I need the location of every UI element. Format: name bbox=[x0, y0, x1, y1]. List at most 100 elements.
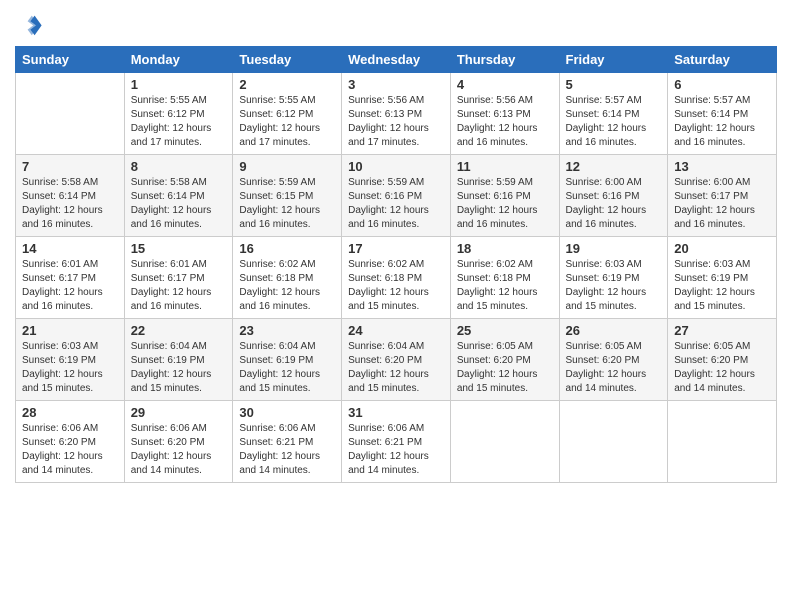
cell-info: Sunrise: 6:04 AMSunset: 6:19 PMDaylight:… bbox=[131, 340, 227, 396]
day-number: 29 bbox=[131, 405, 227, 420]
day-number: 25 bbox=[457, 323, 553, 338]
day-number: 11 bbox=[457, 159, 553, 174]
calendar-cell: 21 Sunrise: 6:03 AMSunset: 6:19 PMDayligh… bbox=[16, 319, 125, 401]
day-number: 22 bbox=[131, 323, 227, 338]
calendar-row: 28 Sunrise: 6:06 AMSunset: 6:20 PMDayligh… bbox=[16, 401, 777, 483]
calendar-cell: 3Sunrise: 5:56 AMSunset: 6:13 PMDaylight… bbox=[342, 73, 451, 155]
day-number: 7 bbox=[22, 159, 118, 174]
calendar-cell: 23Sunrise: 6:04 AMSunset: 6:19 PMDayligh… bbox=[233, 319, 342, 401]
header-saturday: Saturday bbox=[668, 47, 777, 73]
day-number: 13 bbox=[674, 159, 770, 174]
cell-info: Sunrise: 6:02 AMSunset: 6:18 PMDaylight:… bbox=[348, 258, 444, 314]
cell-info: Sunrise: 6:05 AMSunset: 6:20 PMDaylight:… bbox=[457, 340, 553, 396]
calendar-row: 14 Sunrise: 6:01 AMSunset: 6:17 PMDayligh… bbox=[16, 237, 777, 319]
day-number: 9 bbox=[239, 159, 335, 174]
cell-info: Sunrise: 5:57 AMSunset: 6:14 PMDaylight:… bbox=[674, 94, 770, 150]
calendar-cell: 25 Sunrise: 6:05 AMSunset: 6:20 PMDayligh… bbox=[450, 319, 559, 401]
calendar-cell bbox=[559, 401, 668, 483]
header-friday: Friday bbox=[559, 47, 668, 73]
calendar-cell: 1Sunrise: 5:55 AMSunset: 6:12 PMDaylight… bbox=[124, 73, 233, 155]
cell-info: Sunrise: 6:05 AMSunset: 6:20 PMDaylight:… bbox=[566, 340, 662, 396]
calendar-cell: 27 Sunrise: 6:05 AMSunset: 6:20 PMDayligh… bbox=[668, 319, 777, 401]
calendar-cell: 20 Sunrise: 6:03 AMSunset: 6:19 PMDayligh… bbox=[668, 237, 777, 319]
calendar-cell: 17 Sunrise: 6:02 AMSunset: 6:18 PMDayligh… bbox=[342, 237, 451, 319]
calendar-cell: 28 Sunrise: 6:06 AMSunset: 6:20 PMDayligh… bbox=[16, 401, 125, 483]
day-number: 20 bbox=[674, 241, 770, 256]
calendar-cell bbox=[16, 73, 125, 155]
day-number: 8 bbox=[131, 159, 227, 174]
cell-info: Sunrise: 6:01 AMSunset: 6:17 PMDaylight:… bbox=[131, 258, 227, 314]
calendar-cell bbox=[668, 401, 777, 483]
calendar-cell: 22 Sunrise: 6:04 AMSunset: 6:19 PMDayligh… bbox=[124, 319, 233, 401]
cell-info: Sunrise: 6:04 AMSunset: 6:20 PMDaylight:… bbox=[348, 340, 444, 396]
calendar-cell: 2 Sunrise: 5:55 AMSunset: 6:12 PMDaylight… bbox=[233, 73, 342, 155]
day-number: 10 bbox=[348, 159, 444, 174]
cell-info: Sunrise: 5:55 AMSunset: 6:12 PMDaylight:… bbox=[239, 94, 335, 150]
page: Sunday Monday Tuesday Wednesday Thursday… bbox=[0, 0, 792, 612]
day-number: 14 bbox=[22, 241, 118, 256]
header-monday: Monday bbox=[124, 47, 233, 73]
header-thursday: Thursday bbox=[450, 47, 559, 73]
cell-info: Sunrise: 6:03 AMSunset: 6:19 PMDaylight:… bbox=[566, 258, 662, 314]
calendar-cell: 19Sunrise: 6:03 AMSunset: 6:19 PMDayligh… bbox=[559, 237, 668, 319]
day-number: 27 bbox=[674, 323, 770, 338]
day-number: 26 bbox=[566, 323, 662, 338]
cell-info: Sunrise: 6:02 AMSunset: 6:18 PMDaylight:… bbox=[239, 258, 335, 314]
day-number: 21 bbox=[22, 323, 118, 338]
calendar-cell: 7 Sunrise: 5:58 AMSunset: 6:14 PMDaylight… bbox=[16, 155, 125, 237]
calendar-table: Sunday Monday Tuesday Wednesday Thursday… bbox=[15, 46, 777, 483]
weekday-header-row: Sunday Monday Tuesday Wednesday Thursday… bbox=[16, 47, 777, 73]
cell-info: Sunrise: 6:06 AMSunset: 6:21 PMDaylight:… bbox=[348, 422, 444, 478]
day-number: 1 bbox=[131, 77, 227, 92]
day-number: 5 bbox=[566, 77, 662, 92]
day-number: 2 bbox=[239, 77, 335, 92]
calendar-cell: 5Sunrise: 5:57 AMSunset: 6:14 PMDaylight… bbox=[559, 73, 668, 155]
day-number: 28 bbox=[22, 405, 118, 420]
header bbox=[15, 10, 777, 38]
cell-info: Sunrise: 5:56 AMSunset: 6:13 PMDaylight:… bbox=[457, 94, 553, 150]
cell-info: Sunrise: 6:05 AMSunset: 6:20 PMDaylight:… bbox=[674, 340, 770, 396]
calendar-cell: 18 Sunrise: 6:02 AMSunset: 6:18 PMDayligh… bbox=[450, 237, 559, 319]
cell-info: Sunrise: 5:58 AMSunset: 6:14 PMDaylight:… bbox=[22, 176, 118, 232]
calendar-cell: 16 Sunrise: 6:02 AMSunset: 6:18 PMDayligh… bbox=[233, 237, 342, 319]
calendar-cell: 14 Sunrise: 6:01 AMSunset: 6:17 PMDayligh… bbox=[16, 237, 125, 319]
cell-info: Sunrise: 5:59 AMSunset: 6:15 PMDaylight:… bbox=[239, 176, 335, 232]
cell-info: Sunrise: 6:03 AMSunset: 6:19 PMDaylight:… bbox=[22, 340, 118, 396]
calendar-cell: 6Sunrise: 5:57 AMSunset: 6:14 PMDaylight… bbox=[668, 73, 777, 155]
header-sunday: Sunday bbox=[16, 47, 125, 73]
day-number: 17 bbox=[348, 241, 444, 256]
day-number: 18 bbox=[457, 241, 553, 256]
calendar-row: 21 Sunrise: 6:03 AMSunset: 6:19 PMDayligh… bbox=[16, 319, 777, 401]
calendar-cell: 26 Sunrise: 6:05 AMSunset: 6:20 PMDayligh… bbox=[559, 319, 668, 401]
day-number: 3 bbox=[348, 77, 444, 92]
cell-info: Sunrise: 6:03 AMSunset: 6:19 PMDaylight:… bbox=[674, 258, 770, 314]
day-number: 16 bbox=[239, 241, 335, 256]
cell-info: Sunrise: 6:06 AMSunset: 6:20 PMDaylight:… bbox=[131, 422, 227, 478]
cell-info: Sunrise: 6:04 AMSunset: 6:19 PMDaylight:… bbox=[239, 340, 335, 396]
calendar-cell: 15 Sunrise: 6:01 AMSunset: 6:17 PMDayligh… bbox=[124, 237, 233, 319]
cell-info: Sunrise: 6:00 AMSunset: 6:17 PMDaylight:… bbox=[674, 176, 770, 232]
cell-info: Sunrise: 5:59 AMSunset: 6:16 PMDaylight:… bbox=[348, 176, 444, 232]
day-number: 15 bbox=[131, 241, 227, 256]
header-wednesday: Wednesday bbox=[342, 47, 451, 73]
calendar-cell: 31Sunrise: 6:06 AMSunset: 6:21 PMDayligh… bbox=[342, 401, 451, 483]
logo bbox=[15, 10, 47, 38]
day-number: 12 bbox=[566, 159, 662, 174]
day-number: 30 bbox=[239, 405, 335, 420]
cell-info: Sunrise: 6:01 AMSunset: 6:17 PMDaylight:… bbox=[22, 258, 118, 314]
calendar-row: 1 Sunrise: 5:55 AMSunset: 6:12 PMDaylight… bbox=[16, 73, 777, 155]
cell-info: Sunrise: 6:00 AMSunset: 6:16 PMDaylight:… bbox=[566, 176, 662, 232]
calendar-cell: 4Sunrise: 5:56 AMSunset: 6:13 PMDaylight… bbox=[450, 73, 559, 155]
calendar-cell: 9 Sunrise: 5:59 AMSunset: 6:15 PMDaylight… bbox=[233, 155, 342, 237]
calendar-cell: 24Sunrise: 6:04 AMSunset: 6:20 PMDayligh… bbox=[342, 319, 451, 401]
calendar-cell: 30 Sunrise: 6:06 AMSunset: 6:21 PMDayligh… bbox=[233, 401, 342, 483]
calendar-cell: 10 Sunrise: 5:59 AMSunset: 6:16 PMDayligh… bbox=[342, 155, 451, 237]
cell-info: Sunrise: 5:59 AMSunset: 6:16 PMDaylight:… bbox=[457, 176, 553, 232]
cell-info: Sunrise: 6:02 AMSunset: 6:18 PMDaylight:… bbox=[457, 258, 553, 314]
calendar-cell: 11 Sunrise: 5:59 AMSunset: 6:16 PMDayligh… bbox=[450, 155, 559, 237]
cell-info: Sunrise: 5:58 AMSunset: 6:14 PMDaylight:… bbox=[131, 176, 227, 232]
cell-info: Sunrise: 6:06 AMSunset: 6:21 PMDaylight:… bbox=[239, 422, 335, 478]
cell-info: Sunrise: 6:06 AMSunset: 6:20 PMDaylight:… bbox=[22, 422, 118, 478]
header-tuesday: Tuesday bbox=[233, 47, 342, 73]
calendar-cell bbox=[450, 401, 559, 483]
